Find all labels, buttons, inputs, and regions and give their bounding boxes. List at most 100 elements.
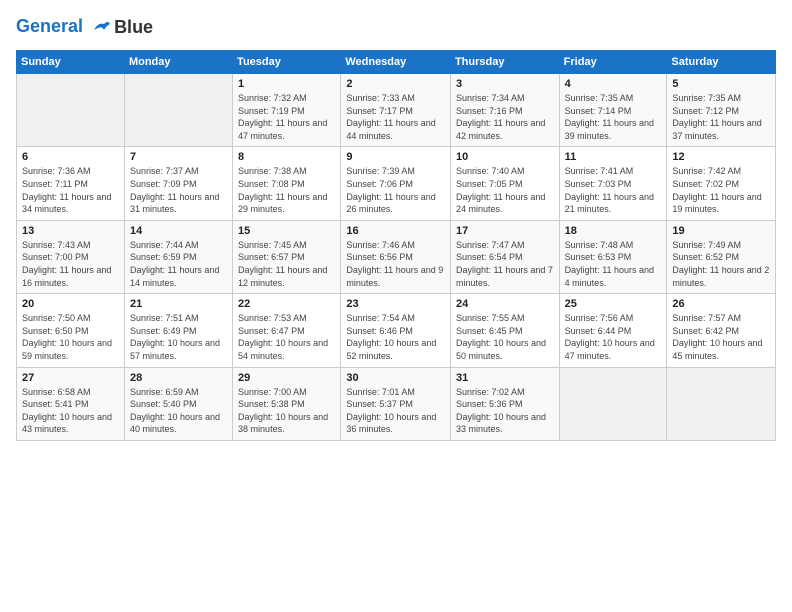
calendar-cell [124, 74, 232, 147]
calendar-cell: 19 Sunrise: 7:49 AM Sunset: 6:52 PM Dayli… [667, 220, 776, 293]
day-info: Sunrise: 7:50 AM Sunset: 6:50 PM Dayligh… [22, 312, 119, 362]
calendar-cell: 31Sunrise: 7:02 AM Sunset: 5:36 PM Dayli… [450, 367, 559, 440]
calendar-cell: 15Sunrise: 7:45 AM Sunset: 6:57 PM Dayli… [233, 220, 341, 293]
calendar-week-1: 1 Sunrise: 7:32 AM Sunset: 7:19 PM Daylig… [17, 74, 776, 147]
day-info: Sunrise: 7:34 AM Sunset: 7:16 PM Dayligh… [456, 92, 554, 142]
calendar-week-2: 6 Sunrise: 7:36 AM Sunset: 7:11 PM Daylig… [17, 147, 776, 220]
day-number: 10 [456, 151, 554, 163]
calendar-cell: 8 Sunrise: 7:38 AM Sunset: 7:08 PM Daylig… [233, 147, 341, 220]
calendar-cell [667, 367, 776, 440]
day-number: 6 [22, 151, 119, 163]
calendar-cell: 30 Sunrise: 7:01 AM Sunset: 5:37 PM Dayli… [341, 367, 451, 440]
day-info: Sunrise: 7:37 AM Sunset: 7:09 PM Dayligh… [130, 165, 227, 215]
day-info: Sunrise: 7:39 AM Sunset: 7:06 PM Dayligh… [346, 165, 445, 215]
calendar-cell: 5Sunrise: 7:35 AM Sunset: 7:12 PM Daylig… [667, 74, 776, 147]
calendar-cell: 6 Sunrise: 7:36 AM Sunset: 7:11 PM Daylig… [17, 147, 125, 220]
day-info: Sunrise: 7:35 AM Sunset: 7:14 PM Dayligh… [565, 92, 662, 142]
calendar-cell: 21 Sunrise: 7:51 AM Sunset: 6:49 PM Dayli… [124, 294, 232, 367]
day-number: 31 [456, 372, 554, 384]
day-info: Sunrise: 7:54 AM Sunset: 6:46 PM Dayligh… [346, 312, 445, 362]
day-info: Sunrise: 7:40 AM Sunset: 7:05 PM Dayligh… [456, 165, 554, 215]
day-info: Sunrise: 7:55 AM Sunset: 6:45 PM Dayligh… [456, 312, 554, 362]
day-info: Sunrise: 7:45 AM Sunset: 6:57 PM Dayligh… [238, 239, 335, 289]
day-number: 11 [565, 151, 662, 163]
calendar-cell: 4 Sunrise: 7:35 AM Sunset: 7:14 PM Daylig… [559, 74, 667, 147]
day-number: 30 [346, 372, 445, 384]
calendar-cell: 12 Sunrise: 7:42 AM Sunset: 7:02 PM Dayli… [667, 147, 776, 220]
calendar-cell: 9Sunrise: 7:39 AM Sunset: 7:06 PM Daylig… [341, 147, 451, 220]
weekday-header-friday: Friday [559, 51, 667, 74]
calendar-cell: 10 Sunrise: 7:40 AM Sunset: 7:05 PM Dayli… [450, 147, 559, 220]
logo: General Blue [16, 16, 153, 38]
day-number: 25 [565, 298, 662, 310]
logo-blue: Blue [114, 17, 153, 38]
day-info: Sunrise: 7:44 AM Sunset: 6:59 PM Dayligh… [130, 239, 227, 289]
day-info: Sunrise: 7:42 AM Sunset: 7:02 PM Dayligh… [672, 165, 770, 215]
calendar-cell: 26Sunrise: 7:57 AM Sunset: 6:42 PM Dayli… [667, 294, 776, 367]
day-info: Sunrise: 7:00 AM Sunset: 5:38 PM Dayligh… [238, 386, 335, 436]
weekday-header-monday: Monday [124, 51, 232, 74]
day-number: 20 [22, 298, 119, 310]
calendar-cell: 1 Sunrise: 7:32 AM Sunset: 7:19 PM Daylig… [233, 74, 341, 147]
day-number: 28 [130, 372, 227, 384]
calendar-cell: 11 Sunrise: 7:41 AM Sunset: 7:03 PM Dayli… [559, 147, 667, 220]
day-info: Sunrise: 7:38 AM Sunset: 7:08 PM Dayligh… [238, 165, 335, 215]
day-info: Sunrise: 7:36 AM Sunset: 7:11 PM Dayligh… [22, 165, 119, 215]
day-number: 4 [565, 78, 662, 90]
calendar-cell: 28Sunrise: 6:59 AM Sunset: 5:40 PM Dayli… [124, 367, 232, 440]
weekday-header-tuesday: Tuesday [233, 51, 341, 74]
day-number: 13 [22, 225, 119, 237]
weekday-header-sunday: Sunday [17, 51, 125, 74]
calendar-cell: 18Sunrise: 7:48 AM Sunset: 6:53 PM Dayli… [559, 220, 667, 293]
calendar-cell: 25Sunrise: 7:56 AM Sunset: 6:44 PM Dayli… [559, 294, 667, 367]
calendar-cell: 2 Sunrise: 7:33 AM Sunset: 7:17 PM Daylig… [341, 74, 451, 147]
day-info: Sunrise: 7:33 AM Sunset: 7:17 PM Dayligh… [346, 92, 445, 142]
day-number: 27 [22, 372, 119, 384]
day-number: 14 [130, 225, 227, 237]
calendar-cell: 27 Sunrise: 6:58 AM Sunset: 5:41 PM Dayli… [17, 367, 125, 440]
day-info: Sunrise: 7:32 AM Sunset: 7:19 PM Dayligh… [238, 92, 335, 142]
calendar-cell: 20 Sunrise: 7:50 AM Sunset: 6:50 PM Dayli… [17, 294, 125, 367]
weekday-header-saturday: Saturday [667, 51, 776, 74]
calendar-week-3: 13 Sunrise: 7:43 AM Sunset: 7:00 PM Dayli… [17, 220, 776, 293]
day-number: 12 [672, 151, 770, 163]
weekday-header-wednesday: Wednesday [341, 51, 451, 74]
weekday-header-thursday: Thursday [450, 51, 559, 74]
day-number: 22 [238, 298, 335, 310]
calendar-table: SundayMondayTuesdayWednesdayThursdayFrid… [16, 50, 776, 441]
calendar-cell: 17Sunrise: 7:47 AM Sunset: 6:54 PM Dayli… [450, 220, 559, 293]
page-header: General Blue [16, 16, 776, 38]
calendar-cell: 7Sunrise: 7:37 AM Sunset: 7:09 PM Daylig… [124, 147, 232, 220]
calendar-cell: 24 Sunrise: 7:55 AM Sunset: 6:45 PM Dayli… [450, 294, 559, 367]
day-info: Sunrise: 7:43 AM Sunset: 7:00 PM Dayligh… [22, 239, 119, 289]
day-number: 19 [672, 225, 770, 237]
day-info: Sunrise: 7:51 AM Sunset: 6:49 PM Dayligh… [130, 312, 227, 362]
day-number: 29 [238, 372, 335, 384]
day-number: 23 [346, 298, 445, 310]
day-number: 21 [130, 298, 227, 310]
day-info: Sunrise: 7:57 AM Sunset: 6:42 PM Dayligh… [672, 312, 770, 362]
calendar-cell [559, 367, 667, 440]
calendar-week-5: 27 Sunrise: 6:58 AM Sunset: 5:41 PM Dayli… [17, 367, 776, 440]
day-info: Sunrise: 7:49 AM Sunset: 6:52 PM Dayligh… [672, 239, 770, 289]
day-number: 5 [672, 78, 770, 90]
day-number: 1 [238, 78, 335, 90]
day-info: Sunrise: 7:41 AM Sunset: 7:03 PM Dayligh… [565, 165, 662, 215]
day-number: 8 [238, 151, 335, 163]
calendar-week-4: 20 Sunrise: 7:50 AM Sunset: 6:50 PM Dayli… [17, 294, 776, 367]
logo-general: General [16, 16, 83, 36]
day-info: Sunrise: 7:48 AM Sunset: 6:53 PM Dayligh… [565, 239, 662, 289]
calendar-cell [17, 74, 125, 147]
day-info: Sunrise: 7:46 AM Sunset: 6:56 PM Dayligh… [346, 239, 445, 289]
day-info: Sunrise: 6:58 AM Sunset: 5:41 PM Dayligh… [22, 386, 119, 436]
day-number: 16 [346, 225, 445, 237]
day-number: 24 [456, 298, 554, 310]
day-number: 17 [456, 225, 554, 237]
day-number: 2 [346, 78, 445, 90]
calendar-cell: 3Sunrise: 7:34 AM Sunset: 7:16 PM Daylig… [450, 74, 559, 147]
calendar-cell: 13 Sunrise: 7:43 AM Sunset: 7:00 PM Dayli… [17, 220, 125, 293]
calendar-header-row: SundayMondayTuesdayWednesdayThursdayFrid… [17, 51, 776, 74]
calendar-cell: 29 Sunrise: 7:00 AM Sunset: 5:38 PM Dayli… [233, 367, 341, 440]
day-info: Sunrise: 7:01 AM Sunset: 5:37 PM Dayligh… [346, 386, 445, 436]
calendar-cell: 23 Sunrise: 7:54 AM Sunset: 6:46 PM Dayli… [341, 294, 451, 367]
